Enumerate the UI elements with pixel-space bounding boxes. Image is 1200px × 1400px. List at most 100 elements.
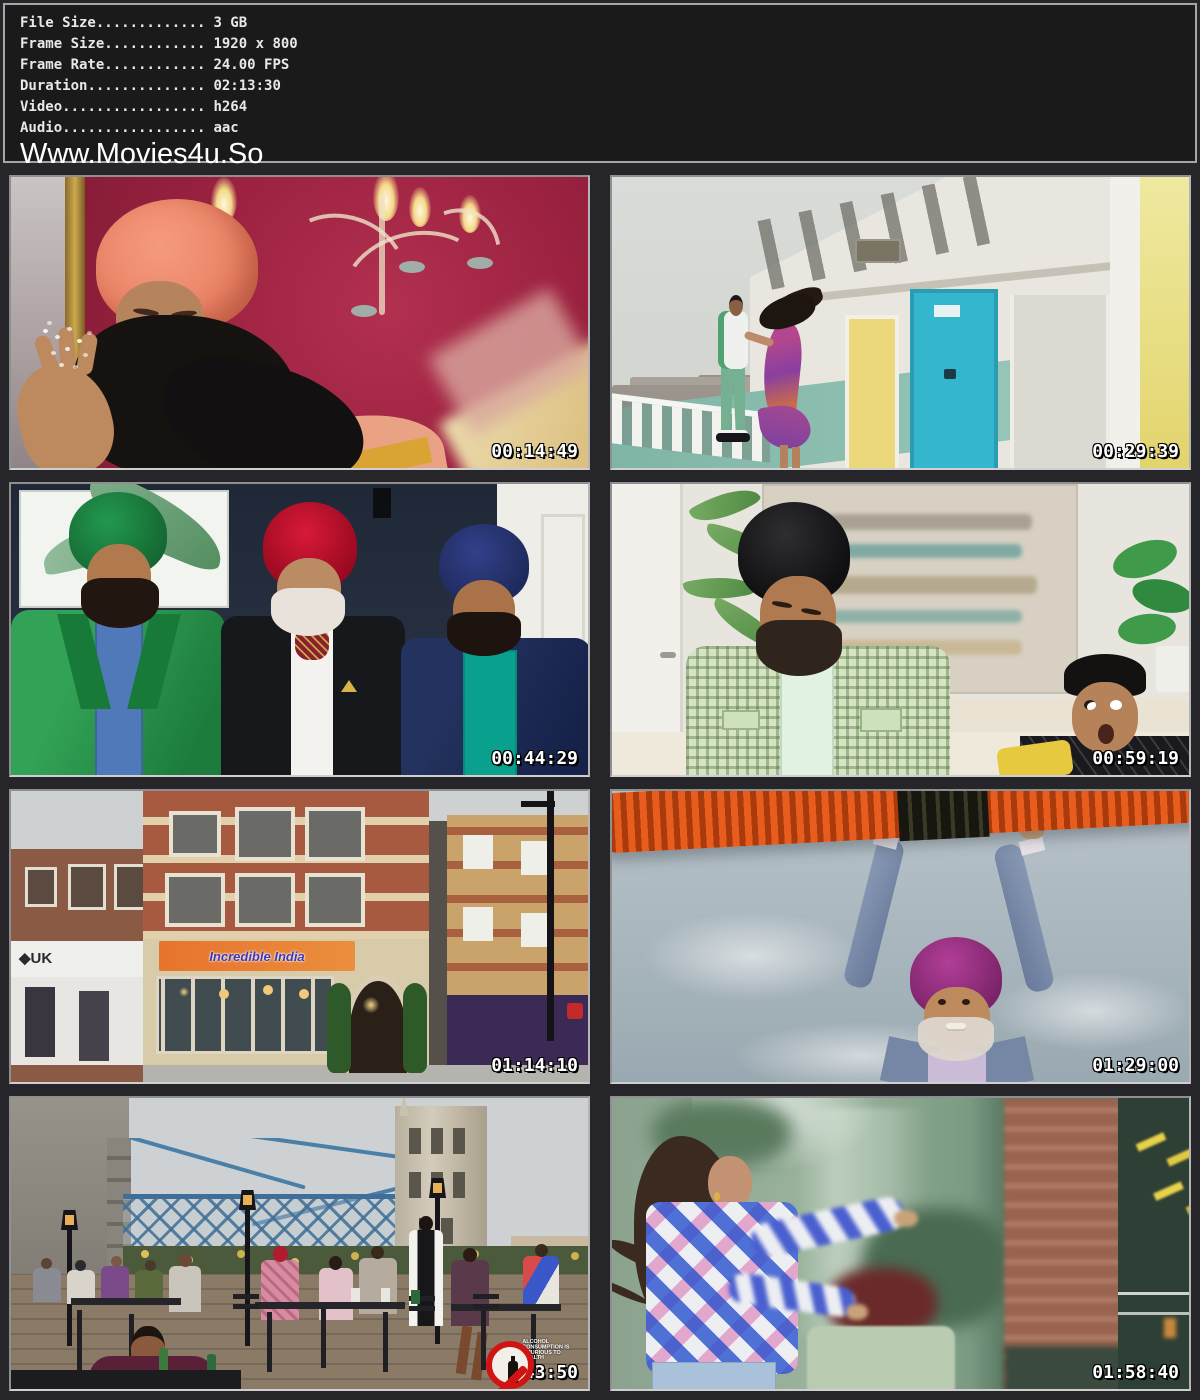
info-value: h264	[205, 99, 247, 115]
timestamp: 01:58:40	[1092, 1362, 1179, 1383]
beard	[756, 620, 842, 676]
info-value: aac	[205, 120, 238, 136]
man-shoes	[716, 433, 750, 442]
waiter-head	[419, 1216, 433, 1231]
beard	[447, 612, 521, 656]
chandelier-cup	[351, 305, 377, 317]
white-pot	[1156, 646, 1190, 692]
wide-eyes	[1084, 700, 1096, 710]
woman-legs	[780, 445, 788, 470]
hand-blur	[846, 1304, 868, 1320]
lantern-glow	[433, 1183, 442, 1193]
screenshot-1: 00:14:49	[9, 175, 590, 470]
cable	[129, 1138, 306, 1189]
patron-head	[179, 1254, 192, 1267]
green-planter	[807, 1326, 955, 1391]
info-row-video: Video.................h264	[20, 97, 1195, 118]
cafe-table	[451, 1304, 561, 1311]
beard	[81, 578, 159, 628]
patron	[169, 1266, 201, 1312]
site-watermark: Www.Movies4u.So	[20, 139, 1195, 170]
man-head	[729, 295, 743, 316]
red-turban-head	[273, 1246, 288, 1262]
table-legs	[321, 1308, 326, 1368]
pipe-black-band	[896, 789, 989, 841]
info-value: 24.00 FPS	[205, 57, 289, 73]
timestamp: 01:29:00	[1092, 1055, 1179, 1076]
shop-logo	[567, 1003, 583, 1019]
door-lock	[944, 369, 956, 379]
timestamp: 00:29:39	[1092, 441, 1179, 462]
info-value: 1920 x 800	[205, 36, 297, 52]
mint-shirt	[780, 660, 834, 777]
vent-grille	[855, 239, 901, 263]
pillar	[1110, 177, 1140, 470]
info-label: Video	[20, 99, 62, 115]
timestamp: 00:14:49	[491, 441, 578, 462]
colourful-shirt-patron	[523, 1256, 559, 1310]
dot-leader: .................	[62, 120, 205, 136]
alley-gap	[429, 821, 447, 1065]
upper-windows	[169, 811, 221, 857]
info-label: Duration	[20, 78, 87, 94]
media-info-panel: File Size.............3 GB Frame Size...…	[3, 3, 1197, 163]
red-turban-patron	[261, 1260, 299, 1320]
blazer-pocket	[722, 710, 760, 730]
man-tracksuit	[718, 311, 748, 369]
eyes	[938, 999, 946, 1005]
dot-leader: ............	[104, 57, 205, 73]
info-value: 3 GB	[205, 15, 247, 31]
monstera-leaf	[1108, 533, 1181, 586]
white-beard	[271, 588, 345, 636]
left-windows	[25, 867, 57, 907]
lamppost	[67, 1226, 72, 1346]
info-label: File Size	[20, 15, 96, 31]
lantern-glow	[65, 1215, 74, 1225]
doorway-chandelier	[363, 997, 379, 1013]
screenshot-6: 01:29:00	[610, 789, 1191, 1084]
chairs	[233, 1294, 259, 1299]
foreground-table	[11, 1370, 241, 1391]
cafe-table	[255, 1302, 405, 1309]
info-row-frame-rate: Frame Rate............24.00 FPS	[20, 55, 1195, 76]
info-row-file-size: File Size.............3 GB	[20, 13, 1195, 34]
lamppost-arm	[521, 801, 555, 807]
flowers	[141, 1250, 149, 1258]
left-arm	[842, 836, 906, 990]
dot-leader: .................	[62, 99, 205, 115]
wall-speaker	[373, 488, 391, 518]
candle-flame	[373, 175, 399, 221]
info-label: Frame Rate	[20, 57, 104, 73]
info-row-audio: Audio.................aac	[20, 118, 1195, 139]
bottle-neck	[511, 1356, 515, 1363]
dot-leader: .............	[96, 15, 206, 31]
monstera-leaf	[1117, 611, 1178, 647]
lamppost	[245, 1206, 250, 1346]
hand-blur	[894, 1210, 918, 1227]
screenshot-8: 01:58:40	[610, 1096, 1191, 1391]
finger	[58, 326, 77, 369]
screenshot-3: 00:44:29	[9, 482, 590, 777]
paint-stroke	[822, 610, 1022, 623]
gritted-teeth	[946, 1023, 966, 1031]
lamppost	[547, 791, 554, 1041]
handrail	[1118, 1292, 1191, 1295]
powder-particles	[43, 329, 48, 333]
passenger-blur	[1164, 1318, 1176, 1338]
cups	[351, 1288, 360, 1302]
timestamp: 00:44:29	[491, 748, 578, 769]
spiral-topiary	[403, 983, 427, 1073]
ceiling-lights	[179, 987, 189, 997]
info-row-frame-size: Frame Size............1920 x 800	[20, 34, 1195, 55]
info-row-duration: Duration..............02:13:30	[20, 76, 1195, 97]
chandelier-cup	[467, 257, 493, 269]
floral-dress-patron	[451, 1260, 489, 1326]
shop-door	[25, 987, 55, 1057]
screenshot-grid: 00:14:49 00:29:39	[9, 175, 1191, 1391]
cloud	[642, 911, 862, 1001]
screenshot-2: 00:29:39	[610, 175, 1191, 470]
gold-earring	[714, 1192, 720, 1201]
info-value: 02:13:30	[205, 78, 280, 94]
info-label: Frame Size	[20, 36, 104, 52]
monstera-leaf	[1129, 574, 1191, 618]
